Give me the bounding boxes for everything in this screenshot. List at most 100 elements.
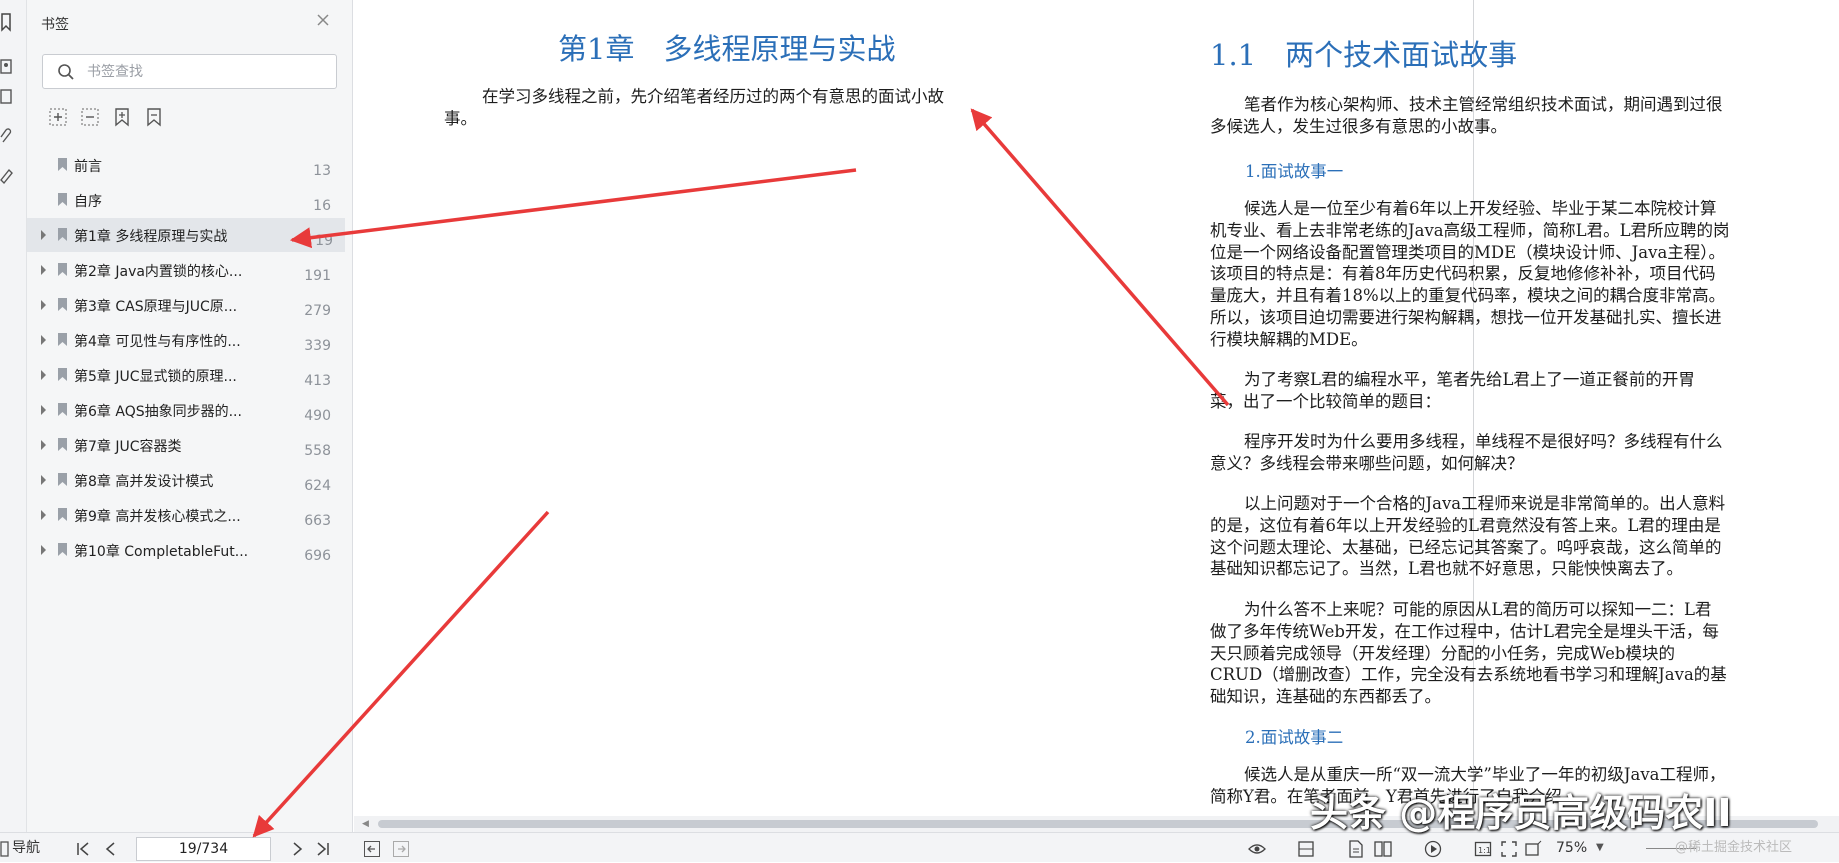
back-icon[interactable] bbox=[363, 840, 381, 858]
bookmark-flag-icon bbox=[57, 297, 68, 312]
bookmark-item[interactable]: 第7章 JUC容器类 558 bbox=[27, 428, 343, 462]
expand-chevron-icon[interactable] bbox=[41, 440, 46, 450]
expand-chevron-icon[interactable] bbox=[41, 335, 46, 345]
bookmark-item[interactable]: 第5章 JUC显式锁的原理... 413 bbox=[27, 358, 343, 392]
paragraph-line: 基础知识都忘记了。当然，L君也就不好意思，只能怏怏离去了。 bbox=[1210, 559, 1683, 579]
bookmark-item[interactable]: 第8章 高并发设计模式 624 bbox=[27, 463, 343, 497]
bookmark-page-number: 339 bbox=[304, 338, 331, 354]
bookmark-item[interactable]: 自序 16 bbox=[27, 183, 343, 217]
paragraph-line: 以上问题对于一个合格的Java工程师来说是非常简单的。出人意料 bbox=[1244, 494, 1726, 513]
subsection-heading: 2.面试故事二 bbox=[1245, 728, 1344, 747]
page-icon[interactable] bbox=[0, 86, 18, 108]
double-page-view-icon[interactable] bbox=[1374, 840, 1392, 858]
collapse-all-icon[interactable] bbox=[79, 106, 101, 128]
close-icon[interactable] bbox=[313, 10, 333, 30]
bookmark-page-number: 19 bbox=[315, 233, 333, 249]
paragraph-line: 位是一个网络设备配置管理类项目的MDE（模块设计师、Java主程）。 bbox=[1210, 242, 1726, 262]
bookmark-search-box[interactable] bbox=[42, 54, 337, 89]
bookmark-page-number: 663 bbox=[304, 513, 331, 529]
bookmark-flag-icon bbox=[57, 402, 68, 417]
bookmark-label: 前言 bbox=[74, 159, 102, 175]
thumbnail-icon[interactable] bbox=[0, 56, 18, 78]
bookmark-page-number: 558 bbox=[304, 443, 331, 459]
remove-bookmark-icon[interactable] bbox=[143, 106, 165, 128]
expand-all-icon[interactable] bbox=[47, 106, 69, 128]
bookmark-page-number: 624 bbox=[304, 478, 331, 494]
previous-page-icon[interactable] bbox=[102, 840, 120, 858]
bookmark-label: 第2章 Java内置锁的核心... bbox=[74, 264, 243, 280]
bookmark-page-number: 191 bbox=[304, 268, 331, 284]
document-view-icon[interactable] bbox=[1347, 840, 1365, 858]
bookmark-flag-icon bbox=[57, 332, 68, 347]
first-page-icon[interactable] bbox=[74, 840, 92, 858]
bookmark-item[interactable]: 前言 13 bbox=[27, 148, 343, 182]
bookmark-flag-icon bbox=[57, 542, 68, 557]
intro-paragraph-line: 在学习多线程之前，先介绍笔者经历过的两个有意思的面试小故 bbox=[482, 87, 944, 106]
bookmark-flag-icon bbox=[57, 192, 68, 207]
bookmark-label: 第4章 可见性与有序性的... bbox=[74, 334, 241, 350]
actual-size-icon[interactable]: 1:1 bbox=[1474, 840, 1492, 858]
expand-chevron-icon[interactable] bbox=[41, 370, 46, 380]
paragraph-line: 该项目的特点是：有着8年历史代码积累，反复地修修补补，项目代码 bbox=[1210, 264, 1716, 284]
zoom-level[interactable]: 75% bbox=[1556, 833, 1587, 863]
next-page-icon[interactable] bbox=[288, 840, 306, 858]
bookmark-item[interactable]: 第6章 AQS抽象同步器的... 490 bbox=[27, 393, 343, 427]
signature-icon[interactable] bbox=[0, 164, 18, 186]
paragraph-line: 为了考察L君的编程水平，笔者先给L君上了一道正餐前的开胃 bbox=[1244, 370, 1695, 389]
bookmark-page-number: 13 bbox=[313, 163, 331, 179]
bookmark-item[interactable]: 第1章 多线程原理与实战 19 bbox=[27, 218, 345, 252]
paragraph-line: 所以，该项目迫切需要进行架构解耦，想找一位开发基础扎实、擅长进 bbox=[1210, 308, 1722, 327]
expand-chevron-icon[interactable] bbox=[41, 230, 46, 240]
panel-title: 书签 bbox=[41, 17, 69, 33]
subsection-heading: 1.面试故事一 bbox=[1245, 162, 1344, 181]
search-icon bbox=[58, 64, 74, 80]
last-page-icon[interactable] bbox=[314, 840, 332, 858]
add-bookmark-icon[interactable] bbox=[111, 106, 133, 128]
paragraph-line: 意义？多线程会带来哪些问题，如何解决？ bbox=[1210, 453, 1524, 473]
bookmark-flag-icon bbox=[57, 437, 68, 452]
bookmark-search-input[interactable] bbox=[87, 62, 327, 82]
expand-chevron-icon[interactable] bbox=[41, 510, 46, 520]
paragraph-line: 天只顾着完成领导（开发经理）分配的小任务，完成Web模块的 bbox=[1210, 643, 1675, 663]
bookmark-panel-icon[interactable] bbox=[0, 12, 18, 34]
bookmark-item[interactable]: 第9章 高并发核心模式之... 663 bbox=[27, 498, 343, 532]
bookmark-item[interactable]: 第3章 CAS原理与JUC原... 279 bbox=[27, 288, 343, 322]
forward-icon[interactable] bbox=[392, 840, 410, 858]
fit-page-icon[interactable] bbox=[1500, 840, 1518, 858]
paragraph-line: 为什么答不上来呢？可能的原因从L君的简历可以探知一二：L君 bbox=[1244, 600, 1712, 619]
play-icon[interactable] bbox=[1424, 840, 1442, 858]
navigation-toggle[interactable]: 导航 bbox=[12, 833, 40, 863]
document-view[interactable]: 第1章 多线程原理与实战 在学习多线程之前，先介绍笔者经历过的两个有意思的面试小… bbox=[354, 0, 1839, 820]
watermark-text: 头条 @程序员高级码农II bbox=[1310, 791, 1732, 835]
left-tool-rail bbox=[0, 0, 27, 832]
expand-chevron-icon[interactable] bbox=[41, 405, 46, 415]
paragraph-line: 行模块解耦的MDE。 bbox=[1210, 329, 1368, 349]
expand-chevron-icon[interactable] bbox=[41, 300, 46, 310]
bookmark-label: 第6章 AQS抽象同步器的... bbox=[74, 404, 242, 420]
bookmark-label: 第1章 多线程原理与实战 bbox=[74, 229, 228, 245]
expand-chevron-icon[interactable] bbox=[41, 265, 46, 275]
eye-protection-icon[interactable] bbox=[1248, 840, 1266, 858]
page-number-input[interactable]: 19/734 bbox=[136, 837, 271, 861]
bookmark-item[interactable]: 第10章 CompletableFut... 696 bbox=[27, 533, 343, 567]
paragraph-line: 机专业、看上去非常老练的Java高级工程师，简称L君。L君所应聘的岗 bbox=[1210, 220, 1730, 240]
bookmark-item[interactable]: 第2章 Java内置锁的核心... 191 bbox=[27, 253, 343, 287]
single-page-view-icon[interactable] bbox=[1297, 840, 1315, 858]
paragraph-line: 菜，出了一个比较简单的题目： bbox=[1210, 391, 1441, 411]
bookmark-page-number: 413 bbox=[304, 373, 331, 389]
bookmark-flag-icon bbox=[57, 507, 68, 522]
zoom-dropdown-chevron-icon[interactable]: ▼ bbox=[1596, 833, 1604, 863]
scroll-left-icon[interactable]: ◀ bbox=[362, 819, 369, 829]
zoom-fit-icon[interactable] bbox=[1524, 840, 1542, 858]
bookmark-flag-icon bbox=[57, 227, 68, 242]
attachment-icon[interactable] bbox=[0, 126, 18, 148]
bookmark-item[interactable]: 第4章 可见性与有序性的... 339 bbox=[27, 323, 343, 357]
bookmark-label: 第10章 CompletableFut... bbox=[74, 544, 249, 560]
svg-text:1:1: 1:1 bbox=[1478, 846, 1491, 855]
paragraph-line: 量庞大，并且有着18%以上的重复代码率，模块之间的耦合度非常高。 bbox=[1210, 286, 1726, 306]
paragraph-line: CRUD（增删改查）工作，完全没有去系统地看书学习和理解Java的基 bbox=[1210, 665, 1727, 685]
expand-chevron-icon[interactable] bbox=[41, 475, 46, 485]
intro-paragraph-line: 事。 bbox=[444, 109, 477, 128]
expand-chevron-icon[interactable] bbox=[41, 545, 46, 555]
bookmark-label: 第7章 JUC容器类 bbox=[74, 439, 182, 455]
